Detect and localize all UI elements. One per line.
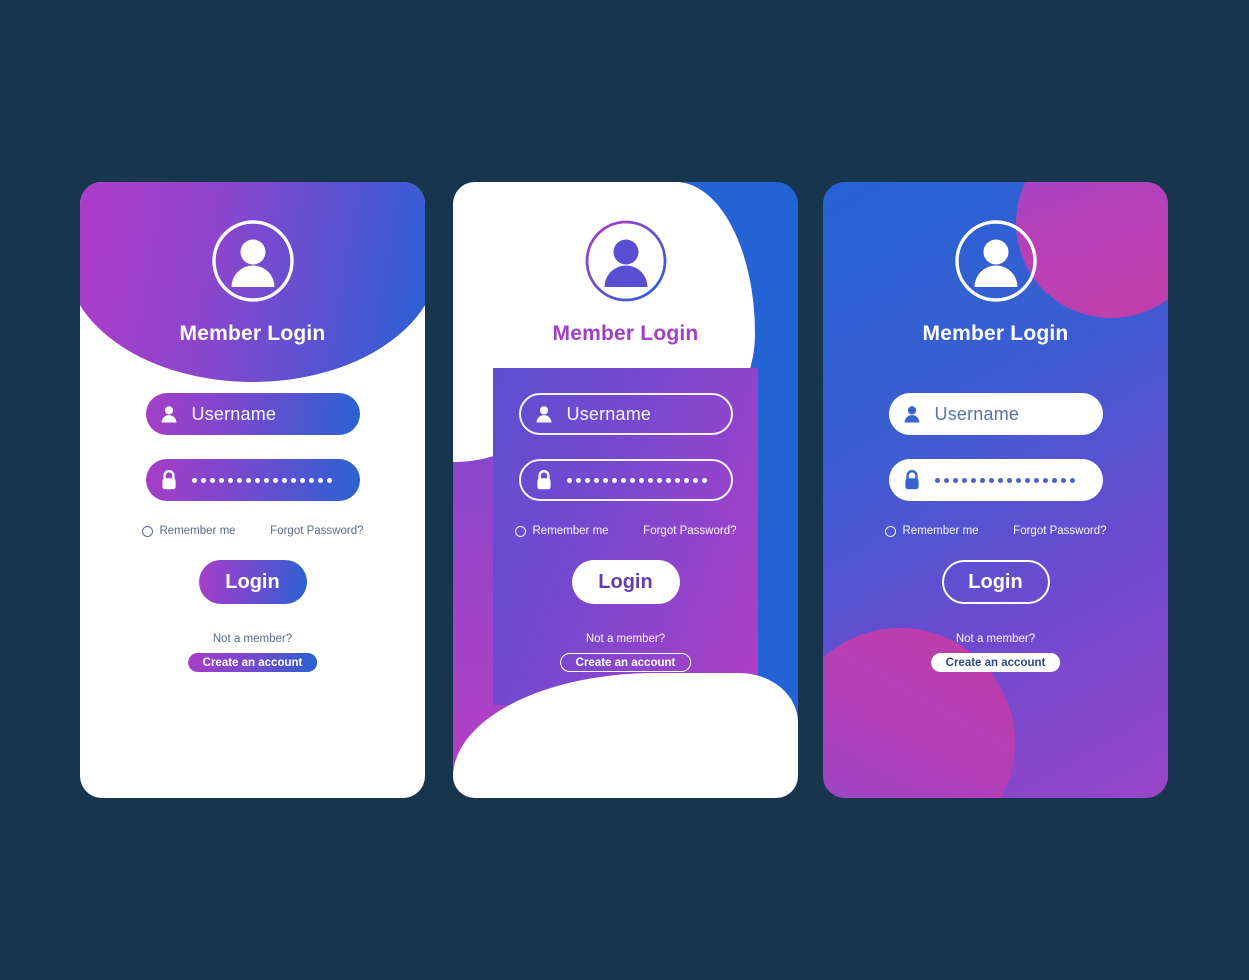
lock-icon <box>146 469 192 491</box>
username-value: Username <box>566 403 652 424</box>
user-icon <box>146 404 192 424</box>
remember-me-checkbox[interactable]: Remember me <box>514 525 609 537</box>
password-value <box>191 477 332 483</box>
login-button[interactable]: Login <box>941 560 1050 604</box>
page-title: Member Login <box>552 322 699 345</box>
mockup-stage: Member Login Username Remember me Forgot… <box>0 0 1249 980</box>
login-card-gradient: Member Login Username Remember me Forgot… <box>823 182 1168 798</box>
login-card-light: Member Login Username Remember me Forgot… <box>80 182 425 798</box>
user-icon <box>889 404 935 424</box>
create-account-button[interactable]: Create an account <box>930 653 1061 672</box>
create-account-button[interactable]: Create an account <box>187 653 318 672</box>
radio-unchecked-icon <box>514 525 526 537</box>
user-avatar-icon <box>584 219 668 303</box>
username-value: Username <box>191 403 277 424</box>
login-button[interactable]: Login <box>198 560 307 604</box>
remember-me-checkbox[interactable]: Remember me <box>884 525 979 537</box>
password-input[interactable] <box>888 459 1103 501</box>
remember-me-label: Remember me <box>159 525 236 537</box>
login-card-wave: Member Login Username Remember me Forgot… <box>453 182 798 798</box>
not-a-member-label: Not a member? <box>212 633 293 645</box>
user-avatar-icon <box>211 219 295 303</box>
password-value <box>566 477 707 483</box>
radio-unchecked-icon <box>141 525 153 537</box>
remember-me-checkbox[interactable]: Remember me <box>141 525 236 537</box>
forgot-password-link[interactable]: Forgot Password? <box>270 525 363 537</box>
radio-unchecked-icon <box>884 525 896 537</box>
forgot-password-link[interactable]: Forgot Password? <box>643 525 736 537</box>
remember-me-label: Remember me <box>532 525 609 537</box>
username-input[interactable]: Username <box>145 393 360 435</box>
password-input[interactable] <box>518 459 733 501</box>
user-avatar-icon <box>954 219 1038 303</box>
login-button[interactable]: Login <box>571 560 680 604</box>
password-value <box>934 477 1075 483</box>
create-account-button[interactable]: Create an account <box>559 653 692 672</box>
username-value: Username <box>934 403 1020 424</box>
not-a-member-label: Not a member? <box>585 633 666 645</box>
not-a-member-label: Not a member? <box>955 633 1036 645</box>
username-input[interactable]: Username <box>518 393 733 435</box>
lock-icon <box>889 469 935 491</box>
options-row: Remember me Forgot Password? <box>514 525 737 537</box>
page-title: Member Login <box>922 322 1069 345</box>
forgot-password-link[interactable]: Forgot Password? <box>1013 525 1106 537</box>
password-input[interactable] <box>145 459 360 501</box>
page-title: Member Login <box>179 322 326 345</box>
options-row: Remember me Forgot Password? <box>884 525 1107 537</box>
options-row: Remember me Forgot Password? <box>141 525 364 537</box>
remember-me-label: Remember me <box>902 525 979 537</box>
username-input[interactable]: Username <box>888 393 1103 435</box>
lock-icon <box>521 469 567 491</box>
user-icon <box>521 404 567 424</box>
